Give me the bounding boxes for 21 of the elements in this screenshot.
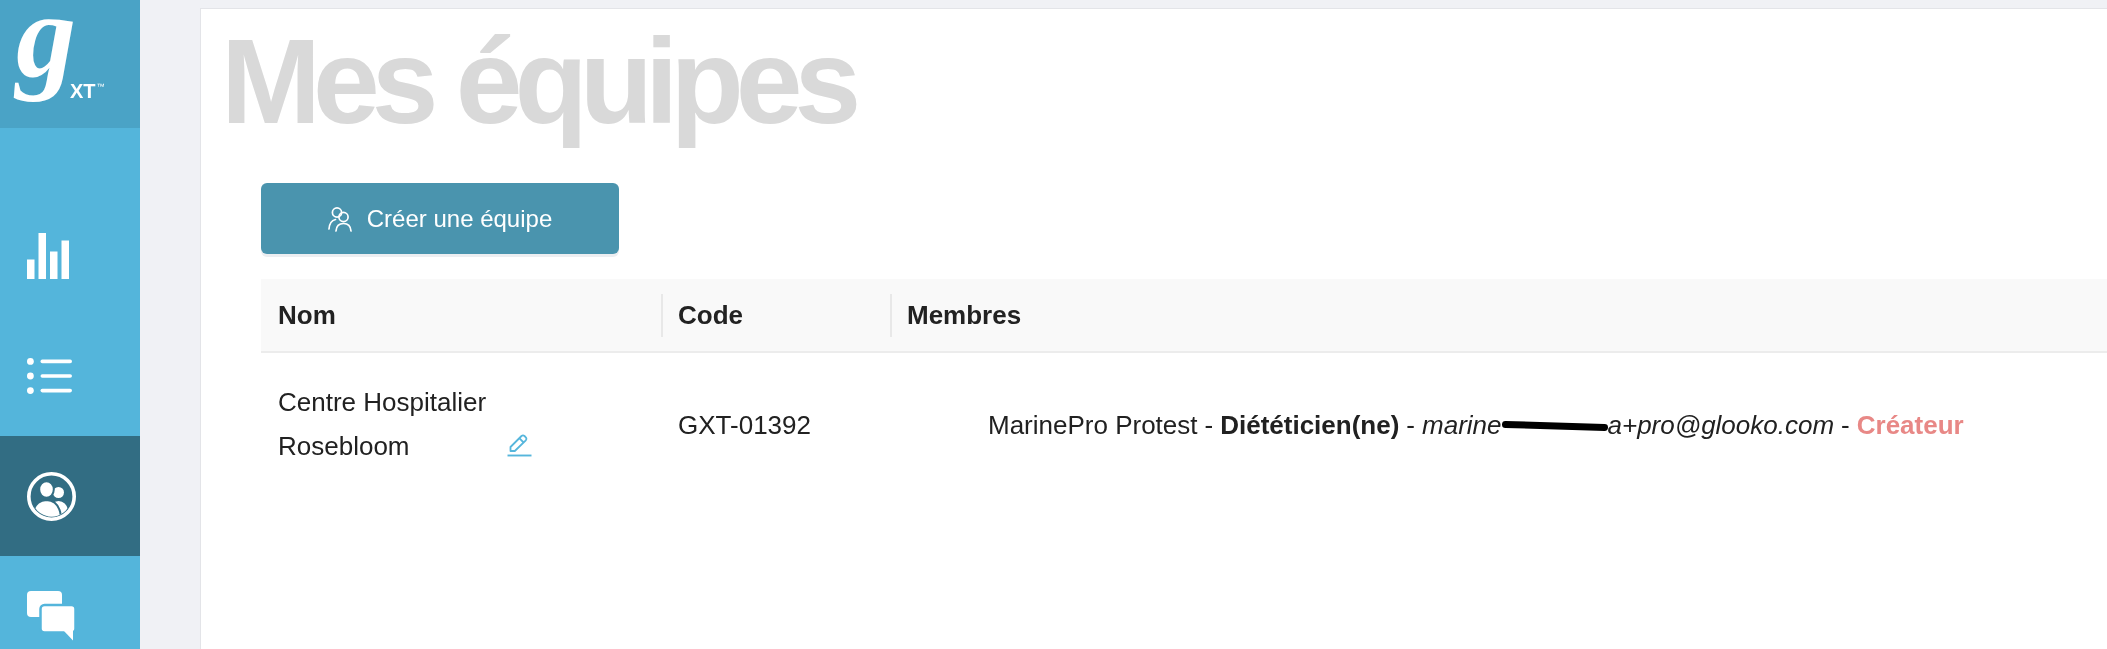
member-name: MarinePro Protest: [988, 409, 1198, 442]
column-header: Membres: [890, 293, 2107, 337]
people-circle-icon: [27, 471, 76, 521]
list-icon: [27, 358, 72, 394]
people-icon: [327, 205, 352, 232]
separator-text: -: [1204, 409, 1214, 442]
nav-item[interactable]: [0, 436, 140, 556]
member-email: marine: [1422, 409, 1502, 442]
bar-chart-icon: [27, 233, 69, 279]
speech-bubbles-icon: [27, 591, 76, 641]
creator-label: Créateur: [1856, 409, 1964, 442]
separator-text: -: [1841, 409, 1850, 442]
member-email: a+pro@glooko.com: [1607, 409, 1835, 442]
pencil-icon[interactable]: [507, 434, 532, 457]
column-header: Code: [661, 293, 890, 337]
team-name: Centre Hospitalier Rosebloom: [278, 386, 488, 463]
create-team-button[interactable]: Créer une équipe: [261, 183, 619, 254]
column-header: Nom: [277, 298, 337, 332]
separator-text: -: [1406, 409, 1416, 442]
team-code: GXT-01392: [678, 409, 811, 440]
member-role: Diététicien(ne): [1220, 409, 1400, 442]
